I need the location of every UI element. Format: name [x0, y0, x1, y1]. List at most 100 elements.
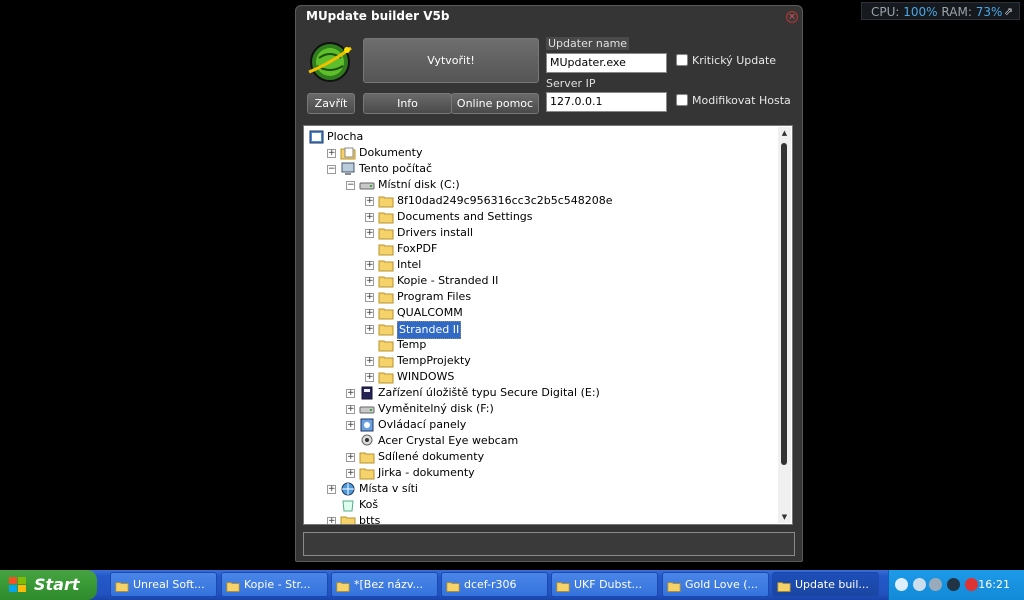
drive-icon: [359, 402, 375, 416]
scroll-thumb[interactable]: [781, 143, 787, 465]
updater-name-label: Updater name: [546, 37, 630, 50]
folder-icon: [378, 226, 394, 240]
network-tray-icon[interactable]: [913, 578, 926, 591]
clock: 16:21: [978, 578, 1010, 591]
taskbar-item[interactable]: UKF Dubst...: [551, 572, 658, 597]
folder-icon: [340, 514, 356, 524]
tree-node-label: Tento počítač: [359, 162, 433, 175]
create-button[interactable]: Vytvořit!: [363, 38, 539, 83]
shield-tray-icon[interactable]: [965, 578, 978, 591]
tree-node-label: WINDOWS: [397, 370, 455, 383]
tree-node-label: Documents and Settings: [397, 210, 533, 223]
critical-update-checkbox[interactable]: Kritický Update: [676, 54, 776, 67]
volume-tray-icon[interactable]: [929, 578, 942, 591]
start-button[interactable]: Start: [0, 570, 97, 600]
taskbar-item[interactable]: Kopie - Str...: [221, 572, 328, 597]
folder-icon: [378, 194, 394, 208]
tree-node-label: Místní disk (C:): [378, 178, 460, 191]
taskbar-item[interactable]: dcef-r306: [441, 572, 548, 597]
close-button[interactable]: Zavřít: [307, 93, 355, 114]
tree-node-label: Drivers install: [397, 226, 474, 239]
ram-value: 73%: [975, 5, 1003, 19]
collapse-toggle-icon[interactable]: −: [327, 165, 336, 174]
vertical-scrollbar[interactable]: ▲ ▼: [778, 127, 791, 523]
taskbar-item[interactable]: Gold Love (...: [662, 572, 769, 597]
folder-icon: [378, 258, 394, 272]
expand-toggle-icon[interactable]: +: [365, 293, 374, 302]
folder-tree[interactable]: Plocha + Dokumenty − Tento počítač − Místní di…: [303, 125, 793, 525]
expand-toggle-icon[interactable]: +: [365, 373, 374, 382]
expand-toggle-icon[interactable]: +: [346, 453, 355, 462]
tree-node-label: Jirka - dokumenty: [378, 466, 475, 479]
folder-icon: [378, 290, 394, 304]
tree-node-label: Plocha: [327, 130, 364, 143]
chrome-icon: [115, 577, 129, 592]
folder-icon: [359, 466, 375, 480]
scroll-up-icon[interactable]: ▲: [778, 129, 791, 137]
desktop-icon: [309, 130, 325, 144]
windows-flag-icon: [9, 577, 26, 592]
globe-icon: [777, 577, 791, 592]
expand-toggle-icon[interactable]: +: [365, 213, 374, 222]
ram-label: RAM:: [941, 5, 972, 19]
expand-toggle-icon[interactable]: +: [346, 405, 355, 414]
critical-update-label: Kritický Update: [692, 54, 777, 67]
expand-arrow-icon[interactable]: ⇗: [1004, 3, 1013, 21]
checkbox-box[interactable]: [676, 94, 688, 106]
documents-icon: [340, 146, 356, 160]
server-ip-input[interactable]: 127.0.0.1: [546, 92, 667, 112]
sd-card-icon: [359, 386, 375, 400]
taskbar-item[interactable]: Unreal Soft...: [110, 572, 217, 597]
taskbar-item-label: UKF Dubst...: [574, 578, 643, 591]
expand-toggle-icon[interactable]: +: [365, 277, 374, 286]
expand-toggle-icon[interactable]: +: [365, 309, 374, 318]
expand-toggle-icon[interactable]: +: [346, 469, 355, 478]
folder-icon: [378, 306, 394, 320]
taskbar-item[interactable]: *[Bez názv...: [331, 572, 438, 597]
taskbar-item[interactable]: Update buil...: [772, 572, 879, 597]
close-window-icon[interactable]: ×: [786, 11, 798, 23]
folder-icon: [226, 577, 240, 592]
expand-toggle-icon[interactable]: +: [365, 229, 374, 238]
updater-name-input[interactable]: MUpdater.exe: [546, 53, 667, 73]
recycle-bin-icon: [340, 498, 356, 512]
taskbar-item-label: *[Bez názv...: [354, 578, 424, 591]
expand-toggle-icon[interactable]: +: [327, 517, 336, 524]
globe-logo-icon: [308, 42, 352, 82]
collapse-toggle-icon[interactable]: −: [346, 181, 355, 190]
tree-node-label: Koš: [359, 498, 379, 511]
expand-toggle-icon[interactable]: +: [365, 261, 374, 270]
checkbox-box[interactable]: [676, 54, 688, 66]
tree-node-label: Místa v síti: [359, 482, 418, 495]
editor-icon: [336, 577, 350, 592]
tree-node-label: Intel: [397, 258, 422, 271]
scroll-down-icon[interactable]: ▼: [778, 513, 791, 521]
expand-toggle-icon[interactable]: +: [365, 357, 374, 366]
taskbar-item-label: Unreal Soft...: [133, 578, 205, 591]
expand-toggle-icon[interactable]: +: [365, 325, 374, 334]
chevron-left-icon[interactable]: [895, 578, 908, 591]
online-help-button[interactable]: Online pomoc: [451, 93, 539, 114]
folder-icon: [446, 577, 460, 592]
tree-node-label: btts: [359, 514, 381, 525]
server-ip-label: Server IP: [546, 77, 596, 90]
expand-toggle-icon[interactable]: +: [346, 421, 355, 430]
folder-icon: [378, 210, 394, 224]
expand-toggle-icon[interactable]: +: [327, 485, 336, 494]
modify-host-checkbox[interactable]: Modifikovat Hosta: [676, 94, 791, 107]
tree-node-label: Dokumenty: [359, 146, 423, 159]
info-button[interactable]: Info: [363, 93, 452, 114]
folder-icon: [359, 450, 375, 464]
tree-node-label: Kopie - Stranded II: [397, 274, 499, 287]
expand-toggle-icon[interactable]: +: [327, 149, 336, 158]
tree-node-label: 8f10dad249c956316cc3c2b5c548208e: [397, 194, 613, 207]
google-tray-icon[interactable]: [947, 578, 960, 591]
expand-toggle-icon[interactable]: +: [346, 389, 355, 398]
start-label: Start: [34, 575, 80, 594]
app-icon: [667, 577, 681, 592]
tree-node-label: Temp: [397, 338, 427, 351]
tree-node-label: Sdílené dokumenty: [378, 450, 485, 463]
folder-icon: [378, 338, 394, 352]
tree-node-label: Vyměnitelný disk (F:): [378, 402, 494, 415]
expand-toggle-icon[interactable]: +: [365, 197, 374, 206]
